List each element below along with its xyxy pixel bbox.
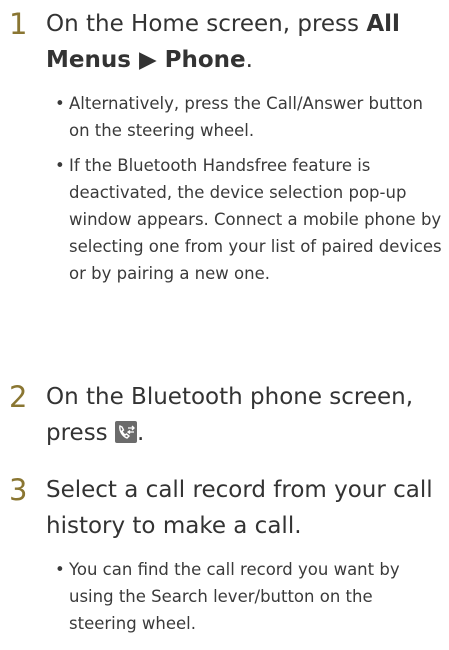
step-text: On the Bluetooth phone screen, press xyxy=(46,384,414,446)
call-history-icon xyxy=(114,418,137,443)
note-text: Alternatively, press the Call/Answer but… xyxy=(69,94,423,140)
bullet-icon: • xyxy=(55,156,65,175)
step-number: 2 xyxy=(9,380,28,414)
note-list: • Alternatively, press the Call/Answer bu… xyxy=(55,90,445,287)
bullet-icon: • xyxy=(55,94,65,113)
note-item: • You can find the call record you want b… xyxy=(55,556,445,637)
arrow-separator: ▶ xyxy=(130,47,165,73)
note-text: If the Bluetooth Handsfree feature is de… xyxy=(69,156,442,283)
step-instruction: On the Home screen, press All Menus ▶ Ph… xyxy=(46,6,444,78)
step-instruction: Select a call record from your call hist… xyxy=(46,477,433,539)
note-item: • Alternatively, press the Call/Answer bu… xyxy=(55,90,445,144)
step-text-end: . xyxy=(245,47,253,73)
step-text-end: . xyxy=(136,420,145,446)
step-text: On the Home screen, press xyxy=(46,11,367,37)
note-list: • You can find the call record you want b… xyxy=(55,556,445,637)
note-text: You can find the call record you want by… xyxy=(69,560,400,633)
menu-path-phone: Phone xyxy=(164,47,246,73)
step-number: 3 xyxy=(9,473,28,507)
step-number: 1 xyxy=(9,7,28,41)
step-instruction: On the Bluetooth phone screen, press . xyxy=(46,379,444,451)
bullet-icon: • xyxy=(55,560,65,579)
note-item: • If the Bluetooth Handsfree feature is d… xyxy=(55,152,445,287)
